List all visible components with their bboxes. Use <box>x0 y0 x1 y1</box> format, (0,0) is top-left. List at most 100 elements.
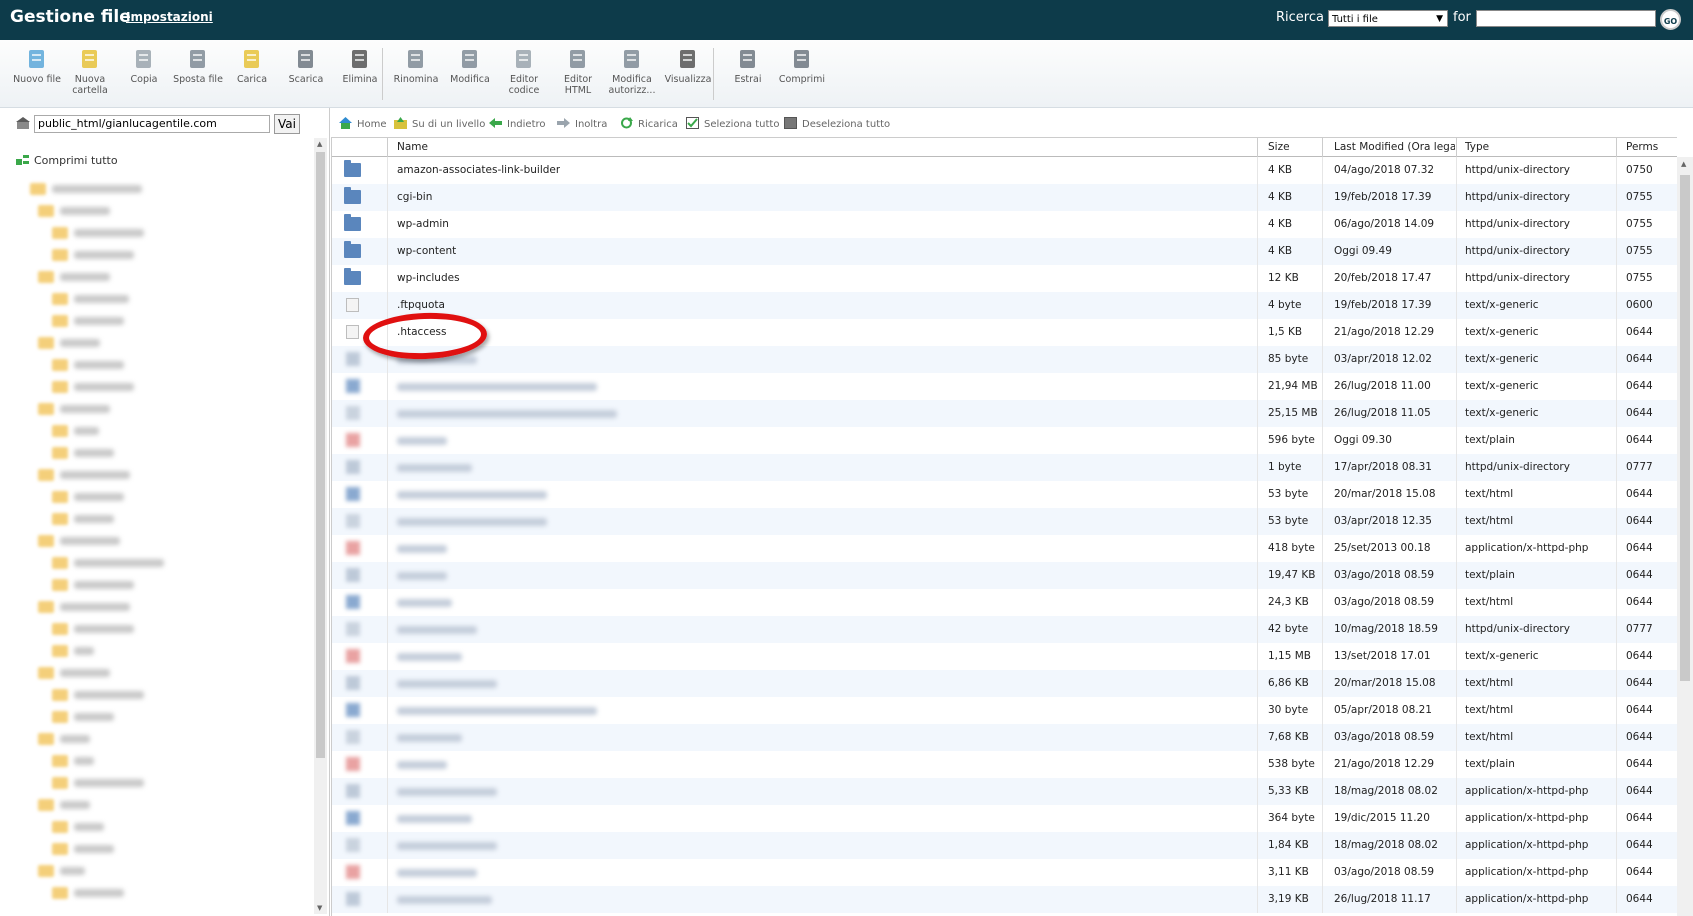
tree-folder-item[interactable] <box>38 530 120 547</box>
table-row[interactable]: 418 byte 25/set/2013 00.18 application/x-h… <box>332 535 1677 562</box>
go-button[interactable]: GO <box>1660 9 1681 30</box>
toolbar-move-file-button[interactable]: Sposta file <box>171 48 225 85</box>
table-row[interactable]: 24,3 KB 03/ago/2018 08.59 text/html 0644 <box>332 589 1677 616</box>
toolbar-extract-button[interactable]: Estrai <box>721 48 775 85</box>
table-row[interactable]: 21,94 MB 26/lug/2018 11.00 text/x-generic 0… <box>332 373 1677 400</box>
settings-link[interactable]: Impostazioni <box>126 10 213 24</box>
table-row[interactable]: 85 byte 03/apr/2018 12.02 text/x-generic 06… <box>332 346 1677 373</box>
tree-folder-item[interactable] <box>52 574 134 591</box>
table-row[interactable]: 7,68 KB 03/ago/2018 08.59 text/html 0644 <box>332 724 1677 751</box>
collapse-all-link[interactable]: Comprimi tutto <box>16 154 118 167</box>
table-row[interactable]: wp-admin 4 KB 06/ago/2018 14.09 httpd/unix-… <box>332 211 1677 238</box>
toolbar-view-button[interactable]: Visualizza <box>661 48 715 85</box>
tree-folder-item[interactable] <box>52 222 144 239</box>
table-scrollbar[interactable]: ▲ <box>1677 157 1693 916</box>
column-size[interactable]: Size <box>1268 141 1290 153</box>
tree-folder-item[interactable] <box>52 442 114 459</box>
table-row[interactable]: 364 byte 19/dic/2015 11.20 application/x-h… <box>332 805 1677 832</box>
tree-folder-item[interactable] <box>38 464 130 481</box>
tree-folder-item[interactable] <box>52 288 129 305</box>
tree-folder-item[interactable] <box>52 376 134 393</box>
tree-folder-item[interactable] <box>52 486 124 503</box>
path-input[interactable]: public_html/gianlucagentile.com <box>34 115 270 133</box>
toolbar-permissions-button[interactable]: Modifica autorizz... <box>605 48 659 96</box>
table-row[interactable]: 1,15 MB 13/set/2018 17.01 text/x-generic 06… <box>332 643 1677 670</box>
tree-folder-item[interactable] <box>52 640 94 657</box>
go-path-button[interactable]: Vai <box>274 114 300 134</box>
tree-folder-item[interactable] <box>38 596 130 613</box>
table-row[interactable]: wp-content 4 KB Oggi 09.49 httpd/unix-direc… <box>332 238 1677 265</box>
toolbar-copy-button[interactable]: Copia <box>117 48 171 85</box>
nav-deselect-all[interactable]: Deseleziona tutto <box>784 117 890 130</box>
tree-folder-item[interactable] <box>52 838 114 855</box>
tree-folder-item[interactable] <box>52 244 134 261</box>
tree-folder-item[interactable] <box>52 684 144 701</box>
scroll-up-icon[interactable]: ▲ <box>1681 160 1686 168</box>
toolbar-html-editor-button[interactable]: Editor HTML <box>551 48 605 96</box>
tree-folder-item[interactable] <box>38 266 110 283</box>
tree-folder-item[interactable] <box>38 728 90 745</box>
tree-folder-item[interactable] <box>38 662 110 679</box>
nav-reload[interactable]: Ricarica <box>620 117 678 130</box>
column-perms[interactable]: Perms <box>1626 141 1658 153</box>
column-last-modified[interactable]: Last Modified (Ora legale <box>1334 141 1455 153</box>
nav-up-level[interactable]: Su di un livello <box>394 117 485 130</box>
tree-folder-item[interactable] <box>52 750 94 767</box>
tree-folder-item[interactable] <box>38 398 110 415</box>
tree-folder-item[interactable] <box>52 310 124 327</box>
toolbar-code-editor-button[interactable]: Editor codice <box>497 48 551 96</box>
toolbar-new-folder-button[interactable]: Nuova cartella <box>63 48 117 96</box>
file-name[interactable]: wp-content <box>397 245 456 257</box>
nav-forward[interactable]: Inoltra <box>557 117 607 130</box>
table-row[interactable]: 53 byte 03/apr/2018 12.35 text/html 0644 <box>332 508 1677 535</box>
table-row[interactable]: 5,33 KB 18/mag/2018 08.02 application/x-ht… <box>332 778 1677 805</box>
tree-folder-item[interactable] <box>52 354 124 371</box>
nav-select-all[interactable]: Seleziona tutto <box>686 117 779 130</box>
scroll-up-icon[interactable]: ▲ <box>317 140 322 148</box>
tree-scroll-thumb[interactable] <box>316 152 325 758</box>
column-name[interactable]: Name <box>397 141 428 153</box>
toolbar-upload-button[interactable]: Carica <box>225 48 279 85</box>
toolbar-compress-button[interactable]: Comprimi <box>775 48 829 85</box>
table-row[interactable]: 1,84 KB 18/mag/2018 08.02 application/x-ht… <box>332 832 1677 859</box>
tree-folder-item[interactable] <box>52 706 114 723</box>
tree-folder-item[interactable] <box>30 178 142 195</box>
table-row[interactable]: 3,19 KB 26/lug/2018 11.17 application/x-ht… <box>332 886 1677 913</box>
tree-folder-item[interactable] <box>52 882 124 899</box>
tree-folder-item[interactable] <box>52 618 134 635</box>
tree-folder-item[interactable] <box>52 816 104 833</box>
table-row[interactable]: 19,47 KB 03/ago/2018 08.59 text/plain 0644 <box>332 562 1677 589</box>
file-name[interactable]: wp-admin <box>397 218 449 230</box>
table-row[interactable]: wp-includes 12 KB 20/feb/2018 17.47 httpd/u… <box>332 265 1677 292</box>
tree-folder-item[interactable] <box>52 420 99 437</box>
table-row[interactable]: 1 byte 17/apr/2018 08.31 httpd/unix-direct… <box>332 454 1677 481</box>
tree-folder-item[interactable] <box>52 508 114 525</box>
file-name[interactable]: amazon-associates-link-builder <box>397 164 560 176</box>
file-name[interactable]: cgi-bin <box>397 191 432 203</box>
toolbar-edit-button[interactable]: Modifica <box>443 48 497 85</box>
tree-folder-item[interactable] <box>38 200 110 217</box>
table-row[interactable]: amazon-associates-link-builder 4 KB 04/ago… <box>332 157 1677 184</box>
column-type[interactable]: Type <box>1465 141 1489 153</box>
table-row[interactable]: cgi-bin 4 KB 19/feb/2018 17.39 httpd/unix-d… <box>332 184 1677 211</box>
table-row[interactable]: 3,11 KB 03/ago/2018 08.59 application/x-ht… <box>332 859 1677 886</box>
scroll-down-icon[interactable]: ▼ <box>317 904 322 912</box>
table-row[interactable]: 25,15 MB 26/lug/2018 11.05 text/x-generic 0… <box>332 400 1677 427</box>
tree-folder-item[interactable] <box>38 332 100 349</box>
file-name[interactable]: .ftpquota <box>397 299 445 311</box>
table-row[interactable]: 53 byte 20/mar/2018 15.08 text/html 0644 <box>332 481 1677 508</box>
tree-scrollbar[interactable]: ▲ ▼ <box>314 138 327 914</box>
toolbar-download-button[interactable]: Scarica <box>279 48 333 85</box>
toolbar-rename-button[interactable]: Rinomina <box>389 48 443 85</box>
table-row[interactable]: 42 byte 10/mag/2018 18.59 httpd/unix-direc… <box>332 616 1677 643</box>
nav-home[interactable]: Home <box>339 117 387 130</box>
tree-folder-item[interactable] <box>52 552 164 569</box>
search-scope-select[interactable]: Tutti i file ▼ <box>1328 10 1448 27</box>
table-scroll-thumb[interactable] <box>1680 175 1690 681</box>
tree-folder-item[interactable] <box>38 794 90 811</box>
table-row[interactable]: .htaccess 1,5 KB 21/ago/2018 12.29 text/x-g… <box>332 319 1677 346</box>
tree-folder-item[interactable] <box>52 772 144 789</box>
file-name[interactable]: wp-includes <box>397 272 460 284</box>
nav-back[interactable]: Indietro <box>489 117 546 130</box>
table-row[interactable]: 6,86 KB 20/mar/2018 15.08 text/html 0644 <box>332 670 1677 697</box>
